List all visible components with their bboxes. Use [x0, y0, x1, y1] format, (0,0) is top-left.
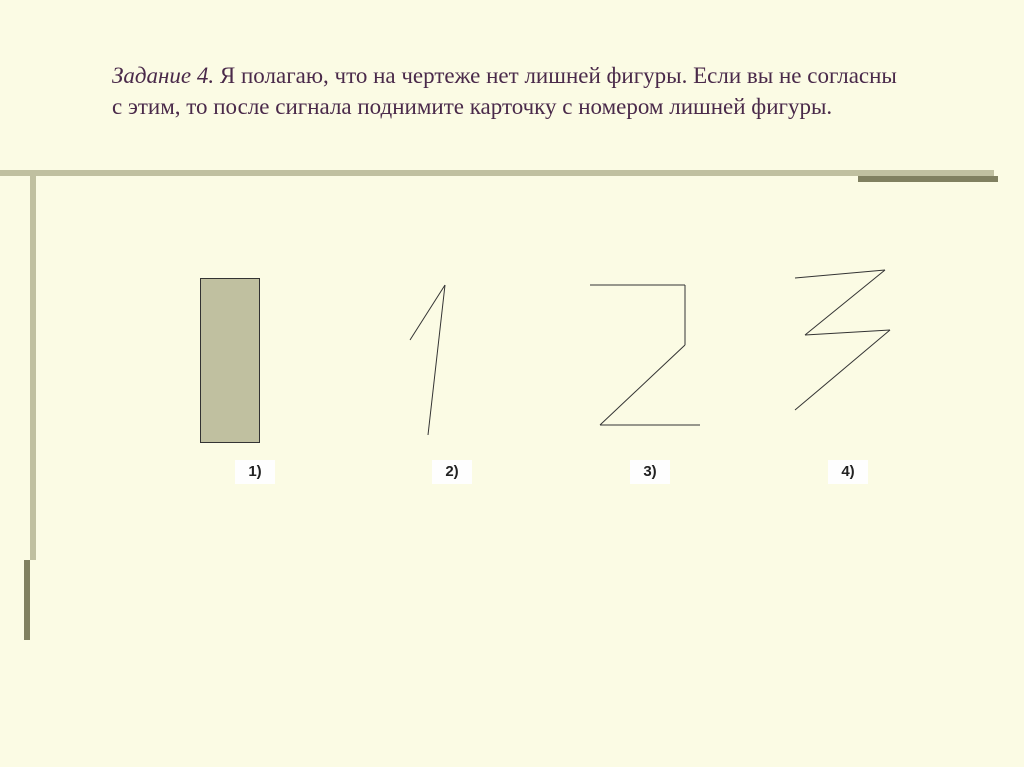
divider-horizontal-dark	[858, 176, 998, 182]
option-label-1: 1)	[235, 460, 275, 484]
figure-3-shape	[580, 275, 710, 435]
divider-horizontal-light	[0, 170, 994, 176]
figure-2-shape	[400, 280, 470, 440]
figure-1-rectangle	[200, 278, 260, 443]
divider-vertical-dark	[24, 560, 30, 640]
figure-4-shape	[780, 260, 900, 420]
task-number: Задание 4.	[112, 63, 214, 88]
divider-vertical-light	[30, 176, 36, 560]
task-text: Я полагаю, что на чертеже нет лишней фиг…	[112, 63, 897, 119]
option-label-3: 3)	[630, 460, 670, 484]
option-label-4: 4)	[828, 460, 868, 484]
option-label-2: 2)	[432, 460, 472, 484]
task-title: Задание 4. Я полагаю, что на чертеже нет…	[112, 60, 912, 122]
